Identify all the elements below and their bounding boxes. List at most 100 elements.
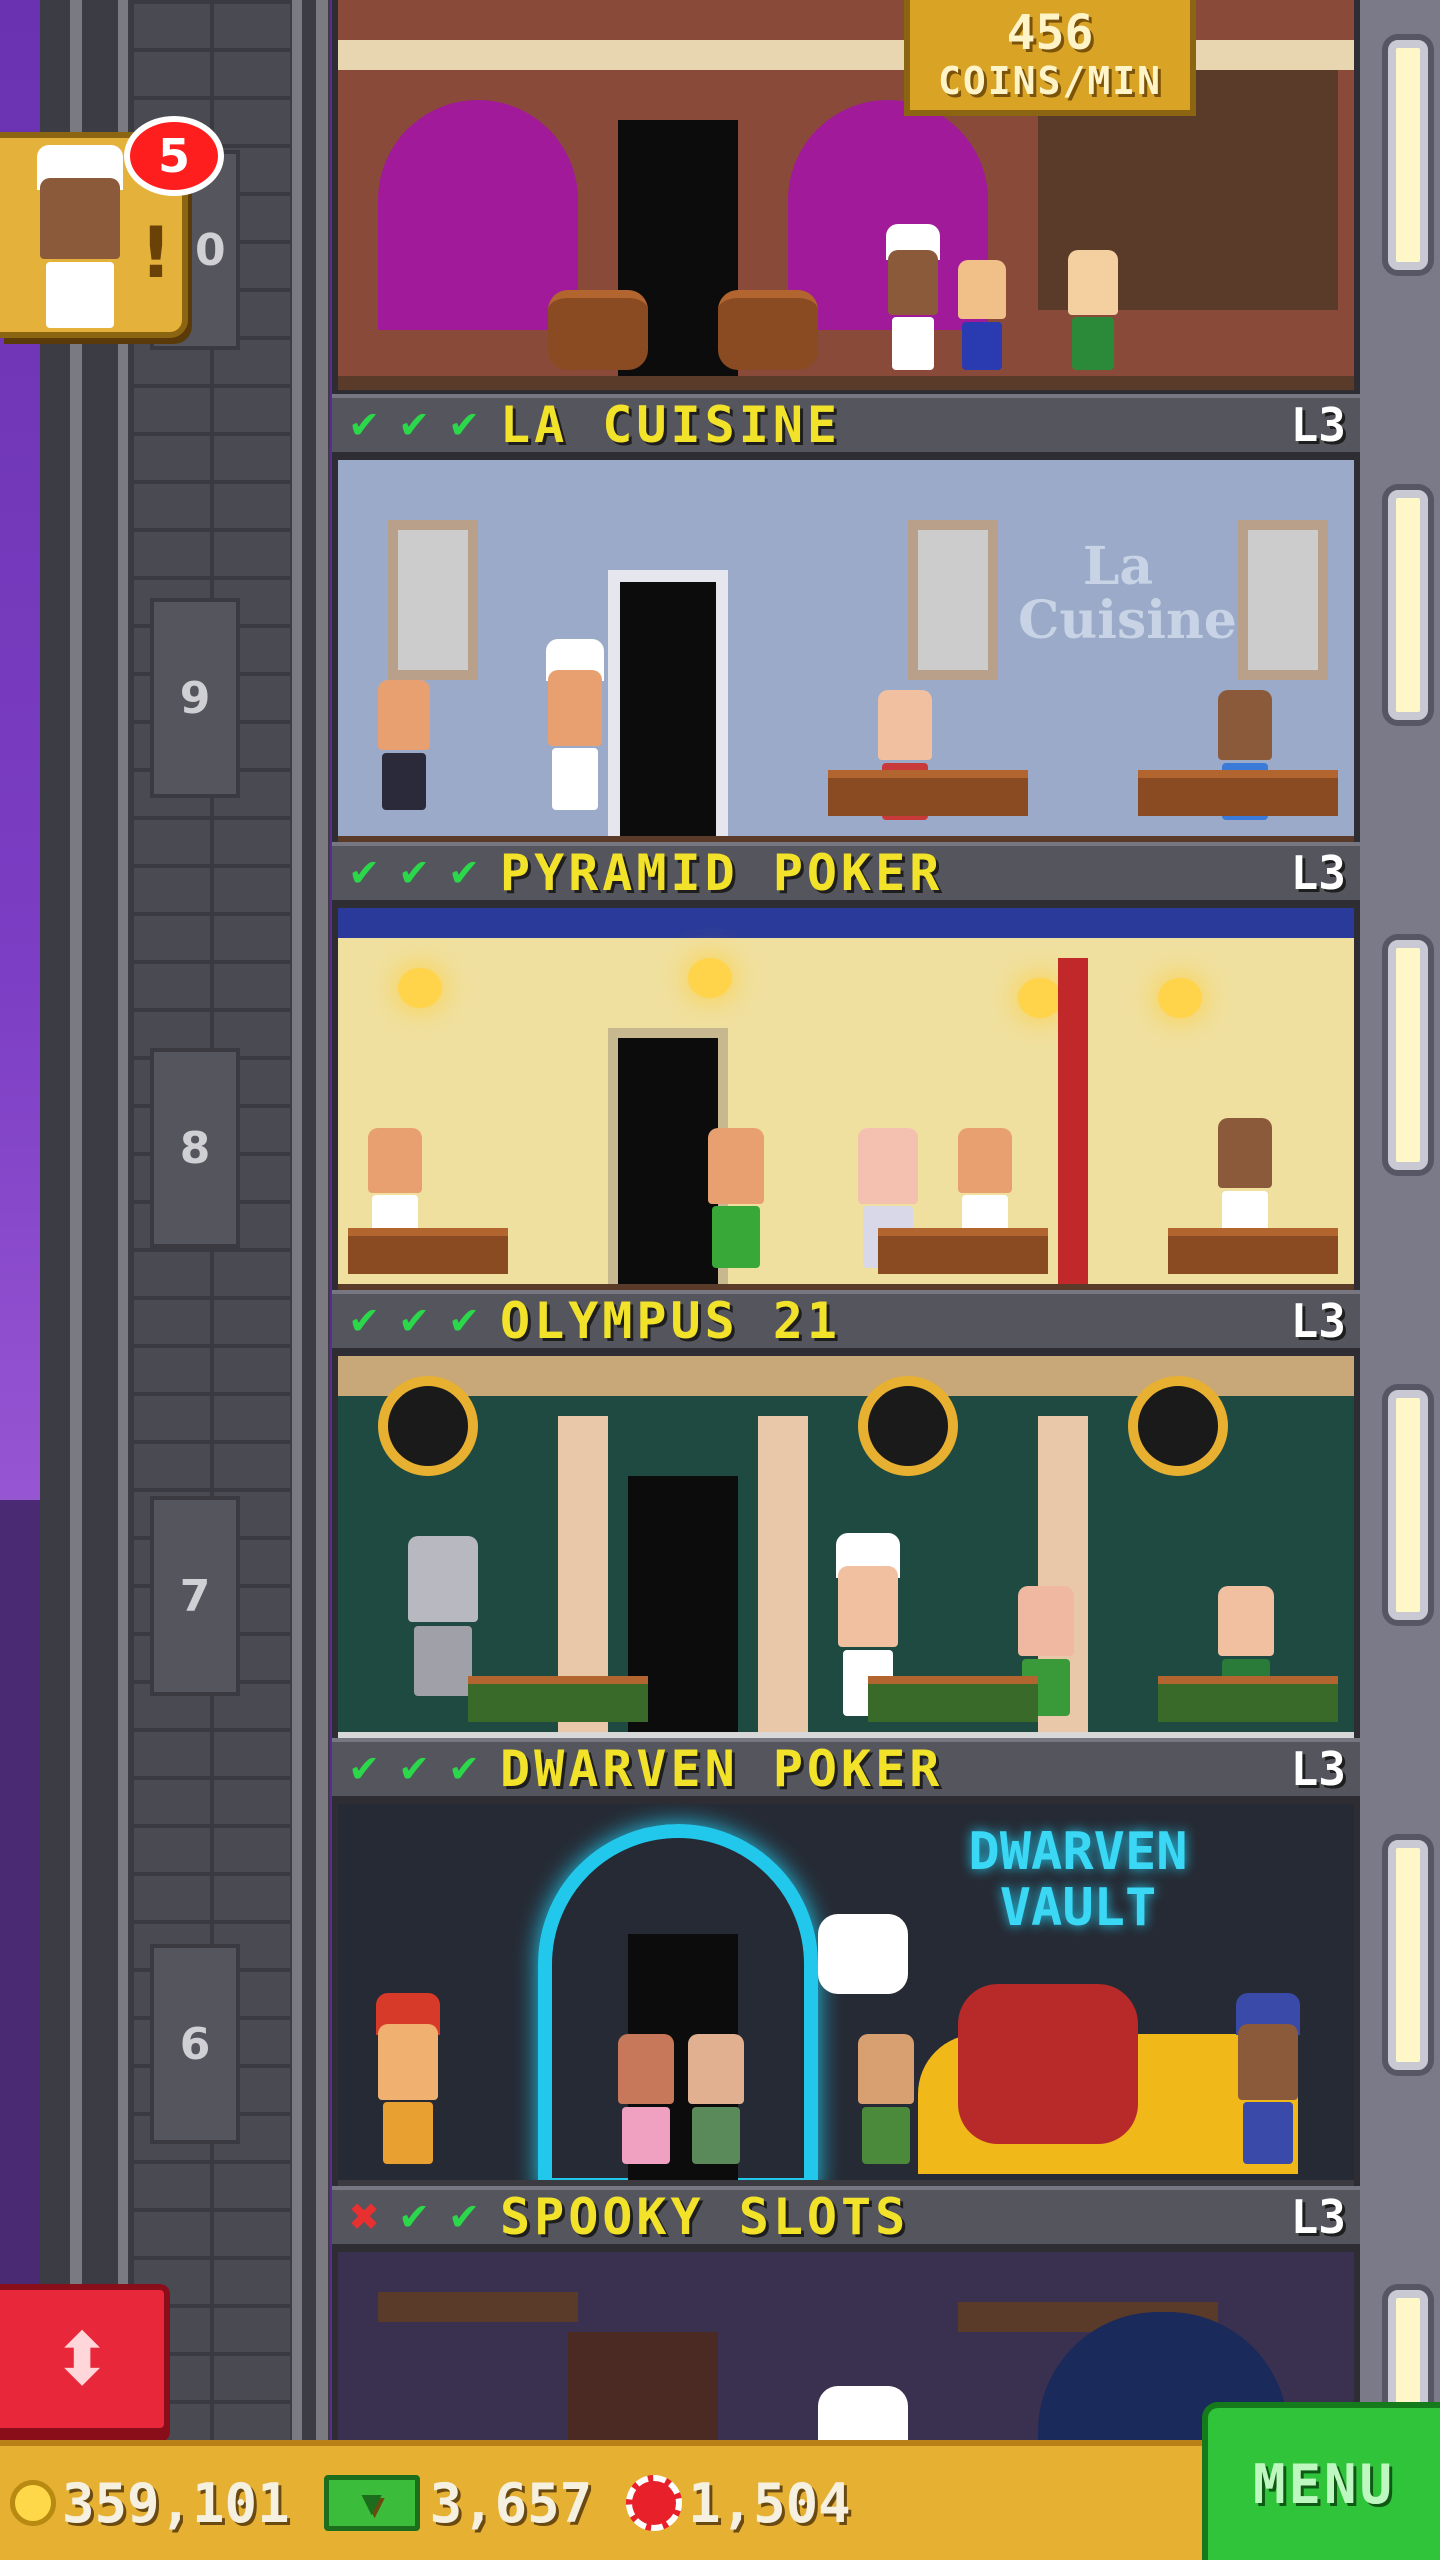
ceiling-lamp: [398, 968, 442, 1008]
ceiling-lamp: [688, 958, 732, 998]
side-window: [1388, 940, 1428, 1170]
wine-arch: [378, 100, 578, 330]
floor-banner-8[interactable]: ✔ ✔ ✔ OLYMPUS 21 L3: [332, 1290, 1360, 1352]
up-down-arrows-icon: ⬍: [51, 2317, 113, 2401]
person[interactable]: [688, 2034, 744, 2164]
exclamation-icon: !: [140, 212, 172, 294]
check-icon: ✔: [348, 403, 380, 447]
shaft-rail: [292, 0, 302, 2440]
room-floor: [338, 376, 1354, 390]
poker-table: [348, 1228, 508, 1274]
check-icon: ✔: [398, 1747, 430, 1791]
side-window: [1388, 1840, 1428, 2070]
check-icon: ✔: [398, 403, 430, 447]
floor-banner-10[interactable]: ✔ ✔ ✔ LA CUISINE L3: [332, 394, 1360, 456]
dwarf-person[interactable]: [375, 1993, 441, 2164]
check-icon: ✔: [398, 1299, 430, 1343]
cross-icon: ✖: [348, 2195, 380, 2239]
menu-label: MENU: [1252, 2452, 1396, 2516]
floor-name: SPOOKY SLOTS: [500, 2188, 910, 2246]
floor-room-5[interactable]: [338, 2252, 1354, 2440]
casino-table: [868, 1676, 1038, 1722]
casino-chip-icon: [626, 2475, 683, 2531]
red-column: [1058, 958, 1088, 1288]
room-door: [568, 2332, 718, 2440]
wine-barrel: [718, 290, 818, 370]
floor-banner-7[interactable]: ✔ ✔ ✔ DWARVEN POKER L3: [332, 1738, 1360, 1800]
floor-level: L3: [1290, 2190, 1346, 2244]
dining-table: [828, 770, 1028, 816]
floor-room-7[interactable]: [338, 1356, 1354, 1744]
check-icon: ✔: [448, 2195, 480, 2239]
check-icon: ✔: [348, 851, 380, 895]
shaft-rail: [118, 0, 128, 2440]
check-icon: ✔: [448, 851, 480, 895]
speech-bubble[interactable]: [818, 2386, 908, 2440]
waiter-person[interactable]: [378, 680, 430, 810]
star-checks: ✔ ✔ ✔: [342, 1747, 486, 1791]
floor-level: L3: [1290, 1742, 1346, 1796]
check-icon: ✔: [448, 403, 480, 447]
elevator-button[interactable]: ⬍: [0, 2284, 170, 2434]
person[interactable]: [1068, 250, 1118, 370]
coins-counter[interactable]: 359,101: [10, 2472, 290, 2535]
wall-painting: [388, 520, 478, 680]
room-door: [608, 570, 728, 848]
card-suit-medallion: [1128, 1376, 1228, 1476]
card-suit-medallion: [858, 1376, 958, 1476]
floor-banner-9[interactable]: ✔ ✔ ✔ PYRAMID POKER L3: [332, 842, 1360, 904]
bux-value: 3,657: [429, 2471, 593, 2535]
person[interactable]: [858, 2034, 914, 2164]
coins-per-min-sign[interactable]: 456 COINS/MIN: [904, 0, 1196, 116]
tower: 456 COINS/MIN ✔ ✔ ✔ LA CUISINE L3 La Cui…: [332, 0, 1360, 2440]
person[interactable]: [708, 1128, 764, 1268]
chef-person[interactable]: [886, 223, 940, 370]
poker-table: [878, 1228, 1048, 1274]
la-cuisine-sign: La Cuisine: [1018, 536, 1237, 651]
coin-icon: [10, 2480, 56, 2526]
person[interactable]: [618, 2034, 674, 2164]
dining-table: [1138, 770, 1338, 816]
floor-room-6[interactable]: DWARVEN VAULT: [338, 1804, 1354, 2192]
menu-button[interactable]: MENU: [1202, 2402, 1440, 2560]
side-window: [1388, 1390, 1428, 1620]
floor-name: LA CUISINE: [500, 396, 842, 454]
coins-value: 359,101: [62, 2471, 290, 2535]
check-icon: ✔: [348, 1299, 380, 1343]
wall-painting: [908, 520, 998, 680]
floor-room-9[interactable]: La Cuisine: [338, 460, 1354, 848]
check-icon: ✔: [448, 1299, 480, 1343]
check-icon: ✔: [348, 1747, 380, 1791]
visitor-popup[interactable]: ! 5: [0, 116, 224, 338]
chef-visitor-icon: [36, 145, 124, 328]
bux-counter[interactable]: ▼ 3,657: [300, 2471, 593, 2535]
speech-bubble[interactable]: [818, 1914, 908, 1994]
floor-room-8[interactable]: [338, 908, 1354, 1296]
floor-name: DWARVEN POKER: [500, 1740, 944, 1798]
poker-table: [1168, 1228, 1338, 1274]
notification-badge: 5: [124, 116, 224, 196]
chef-person[interactable]: [545, 639, 605, 810]
card-suit-medallion: [378, 1376, 478, 1476]
wall-painting: [1238, 520, 1328, 680]
casino-table: [468, 1676, 648, 1722]
star-checks: ✖ ✔ ✔: [342, 2195, 486, 2239]
check-icon: ✔: [398, 2195, 430, 2239]
floor-number-9: 9: [150, 598, 240, 798]
side-window: [1388, 490, 1428, 720]
statue: [408, 1536, 478, 1696]
floor-name: PYRAMID POKER: [500, 844, 944, 902]
coins-per-min-unit: COINS/MIN: [938, 59, 1162, 103]
star-checks: ✔ ✔ ✔: [342, 1299, 486, 1343]
chips-counter[interactable]: 1,504: [602, 2472, 851, 2535]
wizard-dwarf-person[interactable]: [1235, 1993, 1301, 2164]
floor-number-8: 8: [150, 1048, 240, 1248]
casino-table: [1158, 1676, 1338, 1722]
shaft-rail: [316, 0, 328, 2440]
chandelier: [378, 2292, 578, 2322]
room-awning: [338, 40, 1354, 70]
person[interactable]: [958, 260, 1006, 370]
floor-banner-6[interactable]: ✖ ✔ ✔ SPOOKY SLOTS L3: [332, 2186, 1360, 2248]
tower-side-strip: [1360, 0, 1440, 2520]
floor-room-10[interactable]: [338, 0, 1354, 390]
